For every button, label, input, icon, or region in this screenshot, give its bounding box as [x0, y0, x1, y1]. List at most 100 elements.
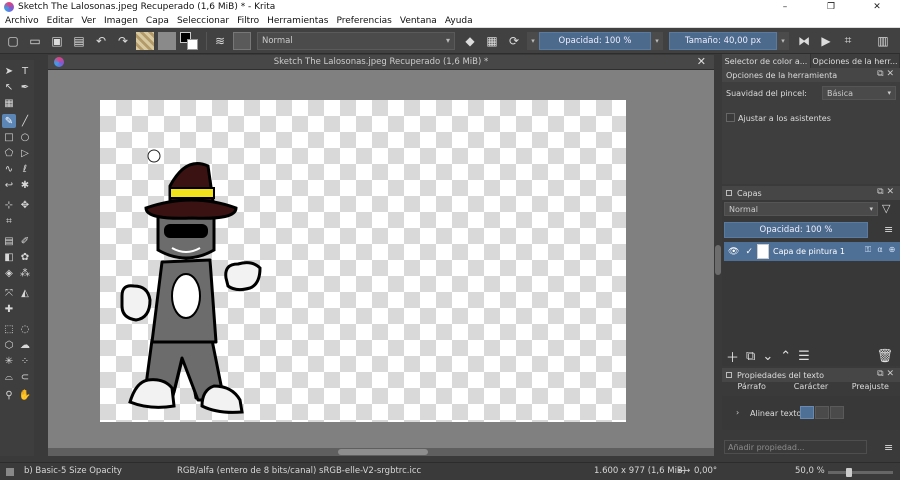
- brush-preset-icon[interactable]: [233, 31, 251, 50]
- float-close-icons[interactable]: ⧉ ✕: [877, 369, 894, 379]
- eraser-mode-icon[interactable]: ◆: [461, 32, 479, 50]
- vertical-scrollbar[interactable]: [714, 55, 722, 456]
- horizontal-scrollbar[interactable]: [48, 448, 714, 456]
- opacity-increase[interactable]: ▾: [651, 31, 663, 50]
- crop-tool-icon[interactable]: ⌗: [2, 214, 16, 228]
- smoothing-select[interactable]: Básica ▾: [822, 86, 896, 100]
- magnetic-select-icon[interactable]: ⊂: [18, 370, 32, 384]
- fg-bg-colors[interactable]: [180, 31, 198, 50]
- menu-capa[interactable]: Capa: [146, 16, 169, 26]
- mirror-vertical-icon[interactable]: ▶: [817, 32, 835, 50]
- align-center-button[interactable]: [815, 406, 829, 419]
- tab-color-selector[interactable]: Selector de color a...: [722, 54, 811, 68]
- color-picker-icon[interactable]: ✐: [18, 234, 32, 248]
- brush-preset-icon[interactable]: [6, 468, 14, 476]
- smart-patch-icon[interactable]: ✿: [18, 250, 32, 264]
- align-left-button[interactable]: [800, 406, 814, 419]
- pan-tool-icon[interactable]: ✋: [18, 388, 32, 402]
- size-slider[interactable]: Tamaño: 40,00 px: [669, 31, 777, 50]
- menu-herramientas[interactable]: Herramientas: [267, 16, 328, 26]
- bezier-tool-icon[interactable]: ∿: [2, 162, 16, 176]
- colorize-mask-icon[interactable]: ◧: [2, 250, 16, 264]
- pattern-swatch[interactable]: [158, 31, 176, 50]
- assistant-tool-icon[interactable]: ⤧: [2, 286, 16, 300]
- multibrush-icon[interactable]: ✱: [18, 178, 32, 192]
- new-document-icon[interactable]: ▢: [4, 32, 22, 50]
- image-canvas[interactable]: [100, 100, 626, 422]
- float-close-icons[interactable]: ⧉ ✕: [877, 69, 894, 79]
- menu-editar[interactable]: Editar: [47, 16, 74, 26]
- calligraphy-icon[interactable]: ✒: [18, 80, 32, 94]
- zoom-slider-knob[interactable]: [846, 468, 852, 477]
- menu-ayuda[interactable]: Ayuda: [445, 16, 473, 26]
- zoom-value[interactable]: 50,0 %: [795, 466, 825, 476]
- rotation-value[interactable]: 0,00°: [694, 466, 717, 476]
- dynamic-brush-icon[interactable]: ↩: [2, 178, 16, 192]
- layer-name[interactable]: Capa de pintura 1: [773, 247, 845, 256]
- fill-tool-icon[interactable]: ◈: [2, 266, 16, 280]
- reference-tool-icon[interactable]: ✚: [2, 302, 16, 316]
- close-document-icon[interactable]: ✕: [697, 55, 706, 68]
- undo-icon[interactable]: ↶: [92, 32, 110, 50]
- tab-character[interactable]: Carácter: [781, 382, 840, 394]
- enclose-fill-icon[interactable]: ⁂: [18, 266, 32, 280]
- document-tab[interactable]: Sketch The Lalosonas.jpeg Recuperado (1,…: [48, 55, 714, 70]
- tab-preset[interactable]: Preajuste: [841, 382, 900, 394]
- filter-icon[interactable]: ▽: [882, 202, 890, 215]
- visibility-icon[interactable]: 👁: [728, 247, 739, 257]
- chevron-right-icon[interactable]: ›: [736, 408, 739, 417]
- scroll-thumb[interactable]: [715, 245, 721, 275]
- select-shapes-icon[interactable]: ➤: [2, 64, 16, 78]
- line-tool-icon[interactable]: ╱: [18, 114, 32, 128]
- text-props-menu-icon[interactable]: ≡: [884, 441, 893, 454]
- save-icon[interactable]: ▣: [48, 32, 66, 50]
- tab-tool-options[interactable]: Opciones de la herr...: [811, 54, 900, 68]
- polygon-tool-icon[interactable]: ⬠: [2, 146, 16, 160]
- mirror-horizontal-icon[interactable]: ⧓: [795, 32, 813, 50]
- preserve-alpha-icon[interactable]: ▦: [483, 32, 501, 50]
- add-layer-icon[interactable]: ＋: [726, 347, 739, 366]
- opacity-slider[interactable]: Opacidad: 100 %: [539, 31, 651, 50]
- layer-blend-select[interactable]: Normal ▾: [724, 202, 878, 216]
- measure-tool-icon[interactable]: ◭: [18, 286, 32, 300]
- lock-icon[interactable]: ⚿: [863, 245, 873, 255]
- size-spin[interactable]: ▾: [777, 31, 789, 50]
- layers-menu-icon[interactable]: ≡: [884, 223, 893, 236]
- menu-ver[interactable]: Ver: [81, 16, 96, 26]
- menu-seleccionar[interactable]: Seleccionar: [177, 16, 229, 26]
- menu-preferencias[interactable]: Preferencias: [336, 16, 391, 26]
- layer-properties-icon[interactable]: ☰: [798, 349, 810, 364]
- save-incremental-icon[interactable]: ▤: [70, 32, 88, 50]
- layer-opacity-slider[interactable]: Opacidad: 100 %: [724, 222, 868, 238]
- assistants-icon[interactable]: ▦: [2, 96, 16, 110]
- freehand-select-icon[interactable]: ☁: [18, 338, 32, 352]
- assistants-checkbox[interactable]: [726, 113, 735, 122]
- ellipse-select-icon[interactable]: ◌: [18, 322, 32, 336]
- freehand-path-icon[interactable]: ℓ: [18, 162, 32, 176]
- bezier-select-icon[interactable]: ⌓: [2, 370, 16, 384]
- gradient-swatch[interactable]: [136, 31, 154, 50]
- checkmark-icon[interactable]: ✓: [745, 247, 753, 257]
- freehand-brush-icon[interactable]: ✎: [2, 114, 16, 128]
- minimize-button[interactable]: –: [762, 0, 808, 14]
- alpha-lock-icon[interactable]: α: [875, 245, 885, 255]
- polygon-select-icon[interactable]: ⬡: [2, 338, 16, 352]
- duplicate-layer-icon[interactable]: ⧉: [746, 349, 755, 364]
- contiguous-select-icon[interactable]: ✳: [2, 354, 16, 368]
- redo-icon[interactable]: ↷: [114, 32, 132, 50]
- rect-select-icon[interactable]: ⬚: [2, 322, 16, 336]
- reload-preset-icon[interactable]: ⟳: [505, 32, 523, 50]
- close-button[interactable]: ✕: [854, 0, 900, 14]
- ellipse-tool-icon[interactable]: ○: [18, 130, 32, 144]
- opacity-decrease[interactable]: ▾: [527, 31, 539, 50]
- add-property-field[interactable]: Añadir propiedad...: [724, 440, 867, 454]
- maximize-button[interactable]: ❐: [808, 0, 854, 14]
- transform-tool-icon[interactable]: ⊹: [2, 198, 16, 212]
- similar-select-icon[interactable]: ⁘: [18, 354, 32, 368]
- menu-archivo[interactable]: Archivo: [5, 16, 39, 26]
- move-down-icon[interactable]: ⌄: [762, 349, 773, 364]
- polyline-tool-icon[interactable]: ▷: [18, 146, 32, 160]
- wrap-around-icon[interactable]: ⌗: [839, 32, 857, 50]
- inherit-alpha-icon[interactable]: ⊕: [887, 245, 897, 255]
- canvas-viewport[interactable]: [48, 70, 714, 456]
